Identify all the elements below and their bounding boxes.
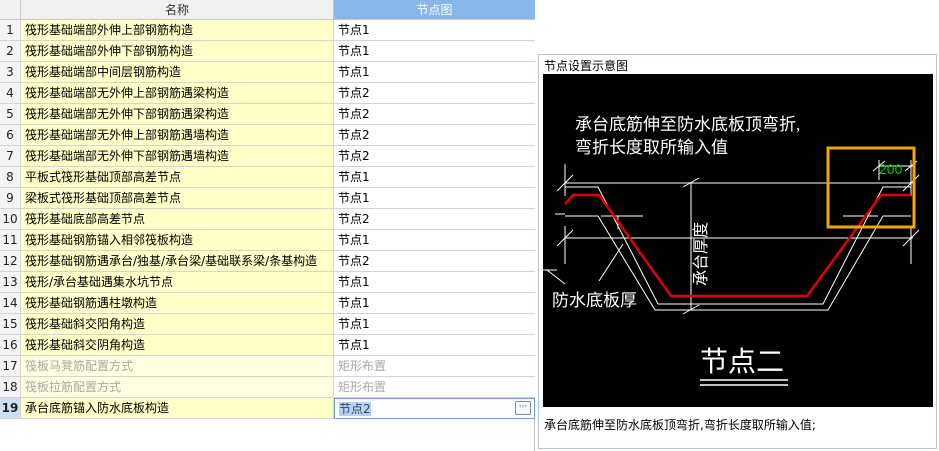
table-row[interactable]: 2 筏形基础端部外伸下部钢筋构造 节点1 bbox=[0, 41, 535, 62]
row-number: 15 bbox=[0, 314, 21, 335]
row-number: 2 bbox=[0, 41, 21, 62]
node-value-cell[interactable]: 节点2 bbox=[334, 104, 535, 125]
setting-name-cell[interactable]: 筏形基础钢筋锚入相邻筏板构造 bbox=[21, 230, 334, 251]
node-value-cell[interactable]: 节点1 bbox=[334, 62, 535, 83]
table-row[interactable]: 14 筏形基础钢筋遇柱墩构造 节点1 bbox=[0, 293, 535, 314]
table-row[interactable]: 12 筏形基础钢筋遇承台/独基/承台梁/基础联系梁/条基构造 节点2 bbox=[0, 251, 535, 272]
node-preview-panel: 节点设置示意图 承台底筋伸至防水底板顶弯折, 弯折长度取所输入值 200 防水底… bbox=[538, 54, 937, 449]
setting-name-cell[interactable]: 筏形/承台基础遇集水坑节点 bbox=[21, 272, 334, 293]
setting-name-cell[interactable]: 筏形基础钢筋遇柱墩构造 bbox=[21, 293, 334, 314]
row-number: 12 bbox=[0, 251, 21, 272]
node-value-cell[interactable]: 节点1 bbox=[334, 314, 535, 335]
row-number: 14 bbox=[0, 293, 21, 314]
setting-name-cell[interactable]: 承台底筋锚入防水底板构造 bbox=[21, 398, 334, 419]
node-value-editor[interactable]: 节点2 ··· bbox=[334, 398, 535, 419]
node-value-cell[interactable]: 节点1 bbox=[334, 272, 535, 293]
node-value-cell[interactable]: 节点2 bbox=[334, 125, 535, 146]
setting-name-cell[interactable]: 筏板拉筋配置方式 bbox=[21, 377, 334, 398]
more-options-button[interactable]: ··· bbox=[515, 401, 531, 415]
table-row[interactable]: 4 筏形基础端部无外伸上部钢筋遇梁构造 节点2 bbox=[0, 83, 535, 104]
table-row[interactable]: 3 筏形基础端部中间层钢筋构造 节点1 bbox=[0, 62, 535, 83]
diagram-note-line2: 弯折长度取所输入值 bbox=[575, 138, 728, 157]
diagram-note-line1: 承台底筋伸至防水底板顶弯折, bbox=[575, 115, 800, 134]
header-node-diagram[interactable]: 节点图 bbox=[334, 0, 535, 20]
setting-name-cell[interactable]: 筏形基础端部无外伸上部钢筋遇梁构造 bbox=[21, 83, 334, 104]
header-name[interactable]: 名称 bbox=[21, 0, 334, 20]
setting-name-cell[interactable]: 筏形基础钢筋遇承台/独基/承台梁/基础联系梁/条基构造 bbox=[21, 251, 334, 272]
setting-name-cell[interactable]: 筏形基础底部高差节点 bbox=[21, 209, 334, 230]
row-number: 19 bbox=[0, 398, 21, 419]
row-number: 13 bbox=[0, 272, 21, 293]
node-value-cell[interactable]: 矩形布置 bbox=[334, 377, 535, 398]
setting-name-cell[interactable]: 筏板马凳筋配置方式 bbox=[21, 356, 334, 377]
table-row[interactable]: 7 筏形基础端部无外伸下部钢筋遇墙构造 节点2 bbox=[0, 146, 535, 167]
table-row[interactable]: 6 筏形基础端部无外伸上部钢筋遇墙构造 节点2 bbox=[0, 125, 535, 146]
row-number: 18 bbox=[0, 377, 21, 398]
setting-name-cell[interactable]: 筏形基础端部外伸下部钢筋构造 bbox=[21, 41, 334, 62]
row-number: 6 bbox=[0, 125, 21, 146]
panel-description: 承台底筋伸至防水底板顶弯折,弯折长度取所输入值; bbox=[544, 418, 816, 432]
table-row[interactable]: 13 筏形/承台基础遇集水坑节点 节点1 bbox=[0, 272, 535, 293]
node-value-text[interactable]: 节点2 bbox=[339, 402, 371, 416]
table-row[interactable]: 17 筏板马凳筋配置方式 矩形布置 bbox=[0, 356, 535, 377]
table-row-selected[interactable]: 19 承台底筋锚入防水底板构造 节点2 ··· bbox=[0, 398, 535, 419]
header-row-number bbox=[0, 0, 21, 20]
row-number: 9 bbox=[0, 188, 21, 209]
setting-name-cell[interactable]: 筏形基础端部无外伸下部钢筋遇梁构造 bbox=[21, 104, 334, 125]
node-value-cell[interactable]: 节点1 bbox=[334, 41, 535, 62]
setting-name-cell[interactable]: 筏形基础斜交阴角构造 bbox=[21, 335, 334, 356]
row-number: 7 bbox=[0, 146, 21, 167]
diagram-caption: 节点二 bbox=[700, 346, 784, 377]
node-diagram: 承台底筋伸至防水底板顶弯折, 弯折长度取所输入值 200 防水底板厚 承台厚度 … bbox=[543, 115, 920, 386]
node-value-cell[interactable]: 矩形布置 bbox=[334, 356, 535, 377]
row-number: 3 bbox=[0, 62, 21, 83]
setting-name-cell[interactable]: 梁板式筏形基础顶部高差节点 bbox=[21, 188, 334, 209]
row-number: 4 bbox=[0, 83, 21, 104]
setting-name-cell[interactable]: 筏形基础端部无外伸下部钢筋遇墙构造 bbox=[21, 146, 334, 167]
setting-name-cell[interactable]: 平板式筏形基础顶部高差节点 bbox=[21, 167, 334, 188]
node-value-cell[interactable]: 节点1 bbox=[334, 20, 535, 41]
cap-thickness-label: 承台厚度 bbox=[692, 222, 710, 286]
node-diagram-canvas: 承台底筋伸至防水底板顶弯折, 弯折长度取所输入值 200 防水底板厚 承台厚度 … bbox=[543, 74, 933, 407]
row-number: 16 bbox=[0, 335, 21, 356]
table-row[interactable]: 16 筏形基础斜交阴角构造 节点1 bbox=[0, 335, 535, 356]
settings-grid: 名称 节点图 1 筏形基础端部外伸上部钢筋构造 节点1 2 筏形基础端部外伸下部… bbox=[0, 0, 535, 451]
table-row[interactable]: 8 平板式筏形基础顶部高差节点 节点1 bbox=[0, 167, 535, 188]
row-number: 5 bbox=[0, 104, 21, 125]
table-row[interactable]: 9 梁板式筏形基础顶部高差节点 节点1 bbox=[0, 188, 535, 209]
setting-name-cell[interactable]: 筏形基础端部外伸上部钢筋构造 bbox=[21, 20, 334, 41]
node-value-cell[interactable]: 节点1 bbox=[334, 293, 535, 314]
dimension-value: 200 bbox=[879, 161, 903, 177]
node-value-cell[interactable]: 节点1 bbox=[334, 167, 535, 188]
node-value-cell[interactable]: 节点1 bbox=[334, 230, 535, 251]
node-value-cell[interactable]: 节点1 bbox=[334, 335, 535, 356]
rebar-line bbox=[564, 193, 911, 298]
setting-name-cell[interactable]: 筏形基础端部中间层钢筋构造 bbox=[21, 62, 334, 83]
node-value-cell[interactable]: 节点1 bbox=[334, 188, 535, 209]
table-row[interactable]: 11 筏形基础钢筋锚入相邻筏板构造 节点1 bbox=[0, 230, 535, 251]
row-number: 11 bbox=[0, 230, 21, 251]
panel-title: 节点设置示意图 bbox=[544, 59, 629, 73]
row-number: 8 bbox=[0, 167, 21, 188]
setting-name-cell[interactable]: 筏形基础端部无外伸上部钢筋遇墙构造 bbox=[21, 125, 334, 146]
setting-name-cell[interactable]: 筏形基础斜交阳角构造 bbox=[21, 314, 334, 335]
table-row[interactable]: 18 筏板拉筋配置方式 矩形布置 bbox=[0, 377, 535, 398]
table-row[interactable]: 1 筏形基础端部外伸上部钢筋构造 节点1 bbox=[0, 20, 535, 41]
waterproof-slab-label: 防水底板厚 bbox=[552, 291, 637, 310]
row-number: 10 bbox=[0, 209, 21, 230]
node-value-cell[interactable]: 节点2 bbox=[334, 209, 535, 230]
node-value-cell[interactable]: 节点2 bbox=[334, 146, 535, 167]
table-row[interactable]: 15 筏形基础斜交阳角构造 节点1 bbox=[0, 314, 535, 335]
table-row[interactable]: 10 筏形基础底部高差节点 节点2 bbox=[0, 209, 535, 230]
node-value-cell[interactable]: 节点2 bbox=[334, 83, 535, 104]
node-value-cell[interactable]: 节点2 bbox=[334, 251, 535, 272]
table-row[interactable]: 5 筏形基础端部无外伸下部钢筋遇梁构造 节点2 bbox=[0, 104, 535, 125]
row-number: 17 bbox=[0, 356, 21, 377]
row-number: 1 bbox=[0, 20, 21, 41]
